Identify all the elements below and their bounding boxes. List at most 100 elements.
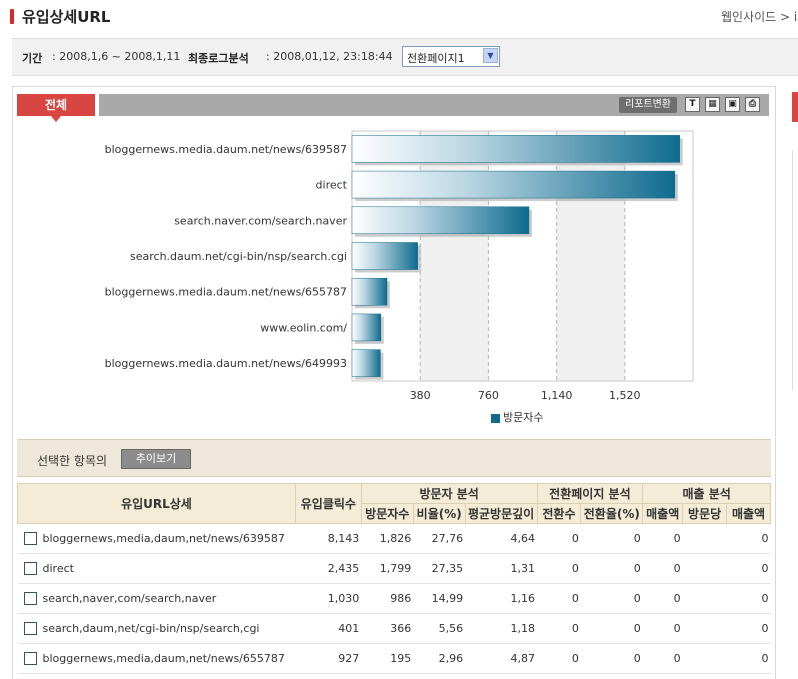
conversion-page-select[interactable]: 전환페이지1 ▼	[402, 46, 500, 67]
row-checkbox[interactable]	[23, 592, 37, 606]
category-label: direct	[316, 179, 348, 192]
breadcrumb[interactable]: 웹인사이드 > i	[721, 8, 797, 25]
row-checkbox[interactable]	[23, 622, 37, 636]
row-url[interactable]: direct	[43, 562, 74, 575]
chart-area: 380 760 1,140 1,520 bloggernews.media.daum.n…	[13, 123, 775, 433]
bar	[351, 135, 680, 163]
row-url-cell: search,naver,com/search,naver	[17, 583, 296, 614]
report-convert-button[interactable]: 리포트변환	[619, 97, 677, 113]
report-panel: 전체 리포트변환 T ▦ ▣ ⎙ 380 760 1,140 1,520 blogger…	[12, 86, 776, 679]
row-sales: 0	[642, 613, 683, 644]
x-tick-label: 760	[478, 389, 499, 402]
image-icon[interactable]: ▣	[725, 97, 740, 112]
col-clicks: 유입클릭수	[294, 483, 362, 524]
row-url[interactable]: search,naver,com/search,naver	[43, 592, 217, 605]
chart-band	[420, 131, 489, 381]
row-depth: 4,87	[465, 643, 538, 674]
row-sales2: 0	[726, 643, 771, 674]
row-sales: 0	[642, 643, 683, 674]
action-bar: 선택한 항목의 추이보기	[17, 439, 771, 477]
row-rate: 0	[580, 583, 643, 614]
row-sales2: 0	[726, 523, 771, 554]
bar-chart: 380 760 1,140 1,520 bloggernews.media.daum.n…	[105, 130, 694, 402]
col-group-sales: 매출 분석	[642, 483, 771, 504]
row-per-visit	[682, 553, 727, 584]
period-label: 기간	[22, 52, 43, 65]
row-url-cell: bloggernews,media,daum,net/news/655787	[17, 643, 296, 674]
row-clicks: 1,030	[295, 583, 362, 614]
row-per-visit	[682, 523, 727, 554]
col-sales: 매출액	[642, 503, 684, 524]
row-rate: 0	[580, 523, 643, 554]
row-checkbox[interactable]	[23, 562, 37, 576]
row-url-cell: search,daum,net/cgi-bin/nsp/search,cgi	[17, 613, 296, 644]
period-bar: 기간 : 2008,1,6 ~ 2008,1,11 최종로그분석 : 2008,…	[12, 38, 798, 76]
category-label: bloggernews.media.daum.net/news/655787	[105, 286, 347, 299]
row-url[interactable]: search,daum,net/cgi-bin/nsp/search,cgi	[43, 622, 260, 635]
row-depth: 4,64	[465, 523, 538, 554]
excel-icon[interactable]: ▦	[705, 97, 720, 112]
col-depth: 평균방문깊이	[464, 503, 538, 524]
row-per-visit	[682, 583, 727, 614]
col-conv-rate: 전환율(%)	[580, 503, 644, 524]
row-sales: 0	[642, 523, 683, 554]
bar	[351, 242, 418, 270]
tab-all[interactable]: 전체	[17, 94, 95, 122]
row-visitors: 366	[361, 613, 414, 644]
row-checkbox[interactable]	[23, 652, 37, 666]
row-clicks: 2,435	[295, 553, 362, 584]
row-ratio: 27,76	[413, 523, 466, 554]
chart-legend: 방문자수	[491, 409, 543, 425]
row-per-visit	[682, 643, 727, 674]
row-sales: 0	[642, 583, 683, 614]
col-group-visitor: 방문자 분석	[360, 483, 538, 504]
last-analysis-value: : 2008,01,12, 23:18:44	[266, 50, 393, 63]
col-ratio: 비율(%)	[412, 503, 466, 524]
trend-view-button[interactable]: 추이보기	[121, 449, 191, 469]
row-visitors: 986	[361, 583, 414, 614]
print-icon[interactable]: ⎙	[745, 97, 760, 112]
table-row: search,naver,com/search,naver 1,030 986 …	[17, 583, 771, 614]
col-group-conversion: 전환페이지 분석	[536, 483, 644, 504]
category-label: www.eolin.com/	[260, 321, 347, 334]
side-tab-edge	[792, 92, 798, 122]
row-clicks: 927	[295, 643, 362, 674]
chevron-down-icon[interactable]: ▼	[483, 48, 498, 63]
row-visitors: 1,826	[361, 523, 414, 554]
row-depth: 1,31	[465, 553, 538, 584]
category-label: search.naver.com/search.naver	[174, 214, 347, 227]
row-per-visit	[682, 613, 727, 644]
bar	[351, 313, 381, 342]
category-label: bloggernews.media.daum.net/news/639587	[105, 143, 347, 156]
chart-band	[556, 131, 625, 381]
col-url: 유입URL상세	[17, 483, 296, 524]
row-ratio: 5,56	[413, 613, 466, 644]
bar	[351, 206, 530, 235]
table-row: bloggernews,media,daum,net/news/639587 8…	[17, 523, 771, 554]
last-analysis-label: 최종로그분석	[188, 52, 249, 65]
row-checkbox[interactable]	[23, 532, 37, 546]
row-conv: 0	[537, 553, 581, 584]
row-sales2: 0	[726, 613, 771, 644]
row-sales: 0	[642, 553, 683, 584]
bar	[351, 349, 381, 377]
x-tick-label: 1,520	[609, 389, 641, 402]
row-url[interactable]: bloggernews,media,daum,net/news/639587	[43, 532, 285, 545]
row-conv: 0	[537, 583, 581, 614]
col-per-visit: 방문당	[682, 503, 728, 524]
legend-label: 방문자수	[503, 411, 544, 424]
row-visitors: 1,799	[361, 553, 414, 584]
col-visitors: 방문자수	[360, 503, 414, 524]
row-url-cell: direct	[17, 553, 296, 584]
row-conv: 0	[537, 523, 581, 554]
category-label: search.daum.net/cgi-bin/nsp/search.cgi	[130, 250, 347, 263]
table-row: search,daum,net/cgi-bin/nsp/search,cgi 4…	[17, 613, 771, 644]
side-panel-edge	[792, 150, 798, 390]
row-ratio: 2,96	[413, 643, 466, 674]
row-sales2: 0	[726, 583, 771, 614]
text-icon[interactable]: T	[685, 97, 700, 112]
row-url[interactable]: bloggernews,media,daum,net/news/655787	[43, 652, 285, 665]
page-title: 유입상세URL	[22, 8, 111, 26]
x-tick-label: 1,140	[541, 389, 573, 402]
legend-swatch	[491, 413, 500, 423]
